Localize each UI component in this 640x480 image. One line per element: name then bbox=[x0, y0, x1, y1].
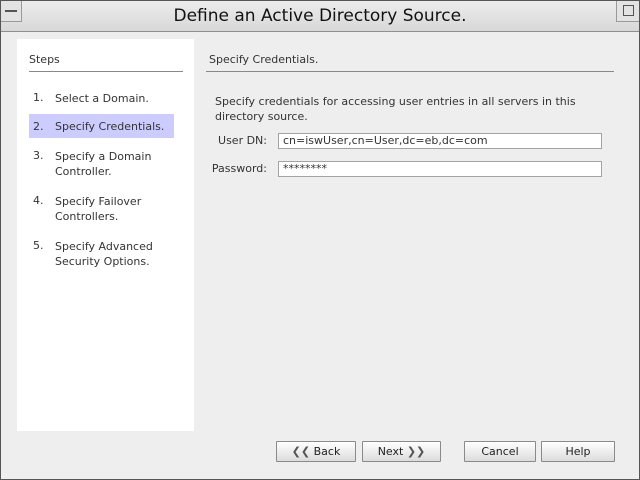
content-description: Specify credentials for accessing user e… bbox=[215, 95, 576, 123]
step-label: Specify Advanced Security Options. bbox=[55, 240, 153, 268]
user-dn-field[interactable]: cn=iswUser,cn=User,dc=eb,dc=com bbox=[278, 133, 602, 149]
password-field[interactable]: ******** bbox=[278, 161, 602, 177]
step-specify-advanced-security[interactable]: 5. Specify Advanced Security Options. bbox=[29, 233, 174, 269]
wizard-window: Define an Active Directory Source. Steps… bbox=[0, 0, 640, 480]
next-button-label: Next bbox=[377, 445, 404, 458]
double-chevron-left-icon: ❮❮ bbox=[291, 445, 311, 458]
step-specify-failover-controllers[interactable]: 4. Specify Failover Controllers. bbox=[29, 188, 174, 224]
help-button[interactable]: Help bbox=[541, 441, 615, 462]
content-divider bbox=[206, 71, 614, 72]
cancel-button[interactable]: Cancel bbox=[464, 441, 536, 462]
help-button-label: Help bbox=[565, 445, 591, 458]
step-number: 1. bbox=[33, 91, 44, 104]
back-button-label: Back bbox=[313, 445, 341, 458]
step-number: 2. bbox=[33, 120, 44, 133]
title-bar: Define an Active Directory Source. bbox=[1, 1, 639, 32]
double-chevron-right-icon: ❯❯ bbox=[406, 445, 426, 458]
window-title: Define an Active Directory Source. bbox=[173, 6, 467, 26]
maximize-button[interactable] bbox=[616, 1, 639, 22]
step-specify-credentials[interactable]: 2. Specify Credentials. bbox=[29, 114, 174, 138]
content-heading: Specify Credentials. bbox=[209, 53, 319, 66]
step-label: Specify a Domain Controller. bbox=[55, 150, 152, 178]
step-label: Specify Credentials. bbox=[55, 120, 165, 133]
step-select-domain[interactable]: 1. Select a Domain. bbox=[29, 85, 174, 109]
step-number: 4. bbox=[33, 194, 44, 207]
step-specify-domain-controller[interactable]: 3. Specify a Domain Controller. bbox=[29, 143, 174, 179]
password-label: Password: bbox=[211, 162, 267, 175]
user-dn-label: User DN: bbox=[218, 134, 267, 147]
step-label: Select a Domain. bbox=[55, 92, 149, 105]
back-button[interactable]: ❮❮ Back bbox=[276, 441, 356, 462]
next-button[interactable]: Next ❯❯ bbox=[362, 441, 441, 462]
maximize-icon bbox=[623, 5, 634, 16]
steps-title: Steps bbox=[29, 53, 60, 66]
steps-panel: Steps 1. Select a Domain. 2. Specify Cre… bbox=[17, 39, 194, 431]
step-label: Specify Failover Controllers. bbox=[55, 195, 142, 223]
cancel-button-label: Cancel bbox=[481, 445, 519, 458]
step-number: 3. bbox=[33, 149, 44, 162]
step-number: 5. bbox=[33, 239, 44, 252]
steps-divider bbox=[29, 71, 183, 72]
